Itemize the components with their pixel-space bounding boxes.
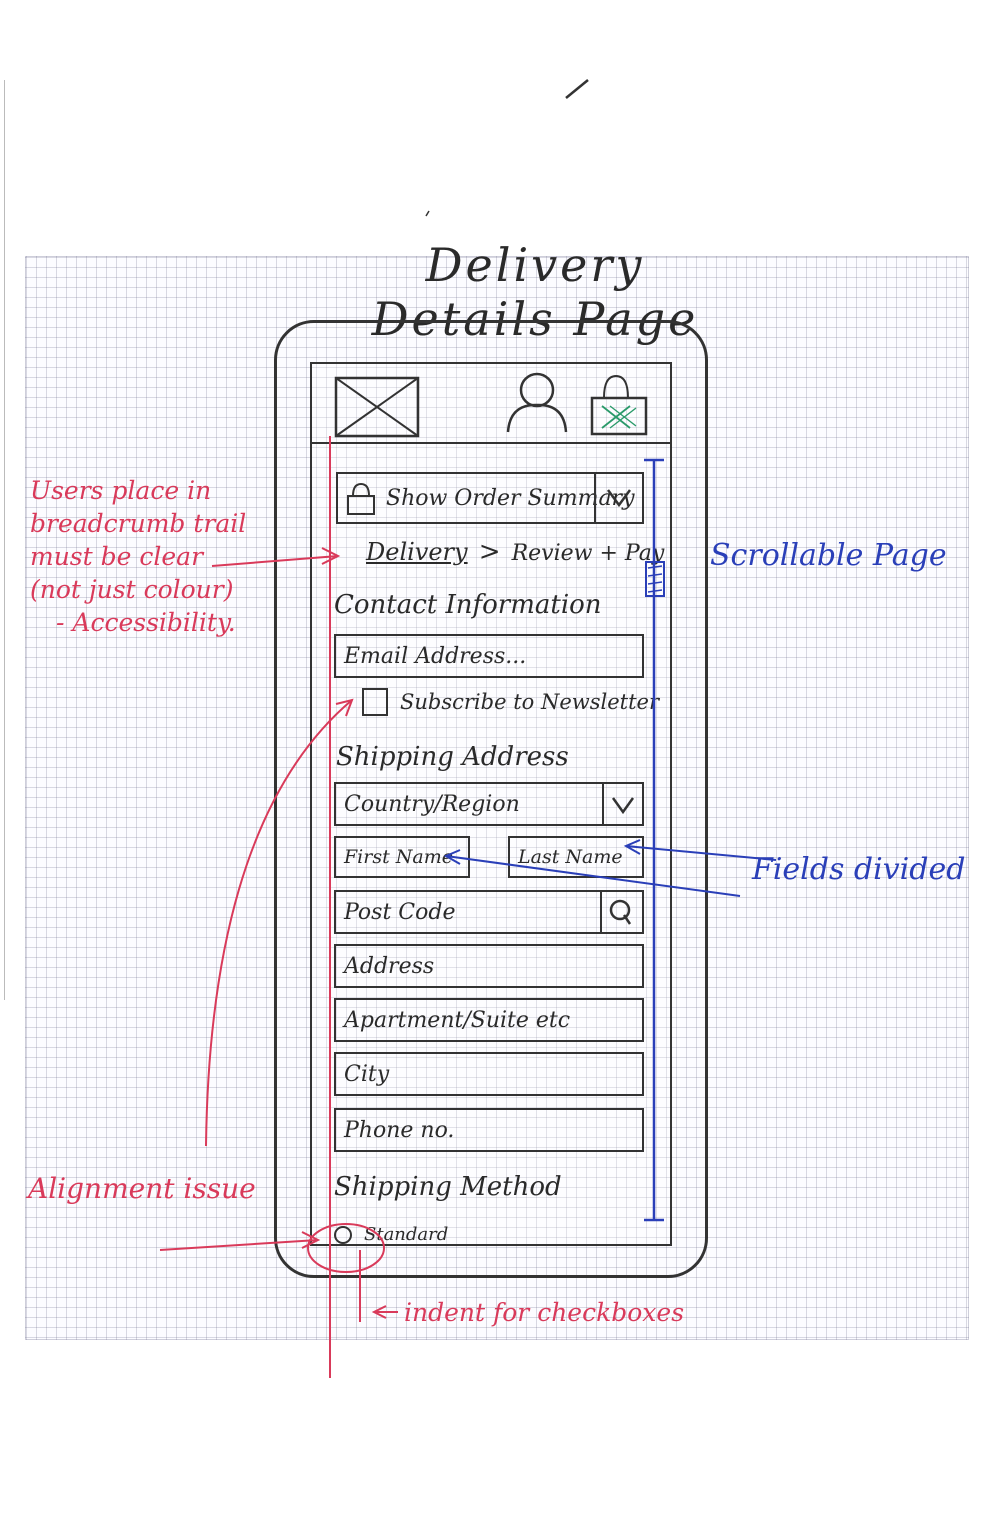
breadcrumb-note: Users place in breadcrumb trail must be … (30, 474, 246, 639)
scrollable-note: Scrollable Page (710, 538, 947, 573)
alignment-note: Alignment issue (28, 1172, 256, 1205)
scrollbar[interactable] (644, 458, 665, 1222)
alignment-note-arrow (159, 1239, 319, 1251)
breadcrumb-note-line: breadcrumb trail (30, 509, 247, 538)
breadcrumb-note-line: (not just colour) (30, 575, 234, 604)
indent-note: indent for checkboxes (404, 1298, 685, 1327)
breadcrumb-note-line: must be clear (30, 542, 204, 571)
alignment-highlight-circle (307, 1223, 385, 1273)
breadcrumb-note-line: - Accessibility. (56, 608, 236, 637)
breadcrumb-note-line: Users place in (30, 476, 212, 505)
fields-note-arrow (445, 855, 741, 897)
fields-divided-note: Fields divided (752, 852, 966, 887)
